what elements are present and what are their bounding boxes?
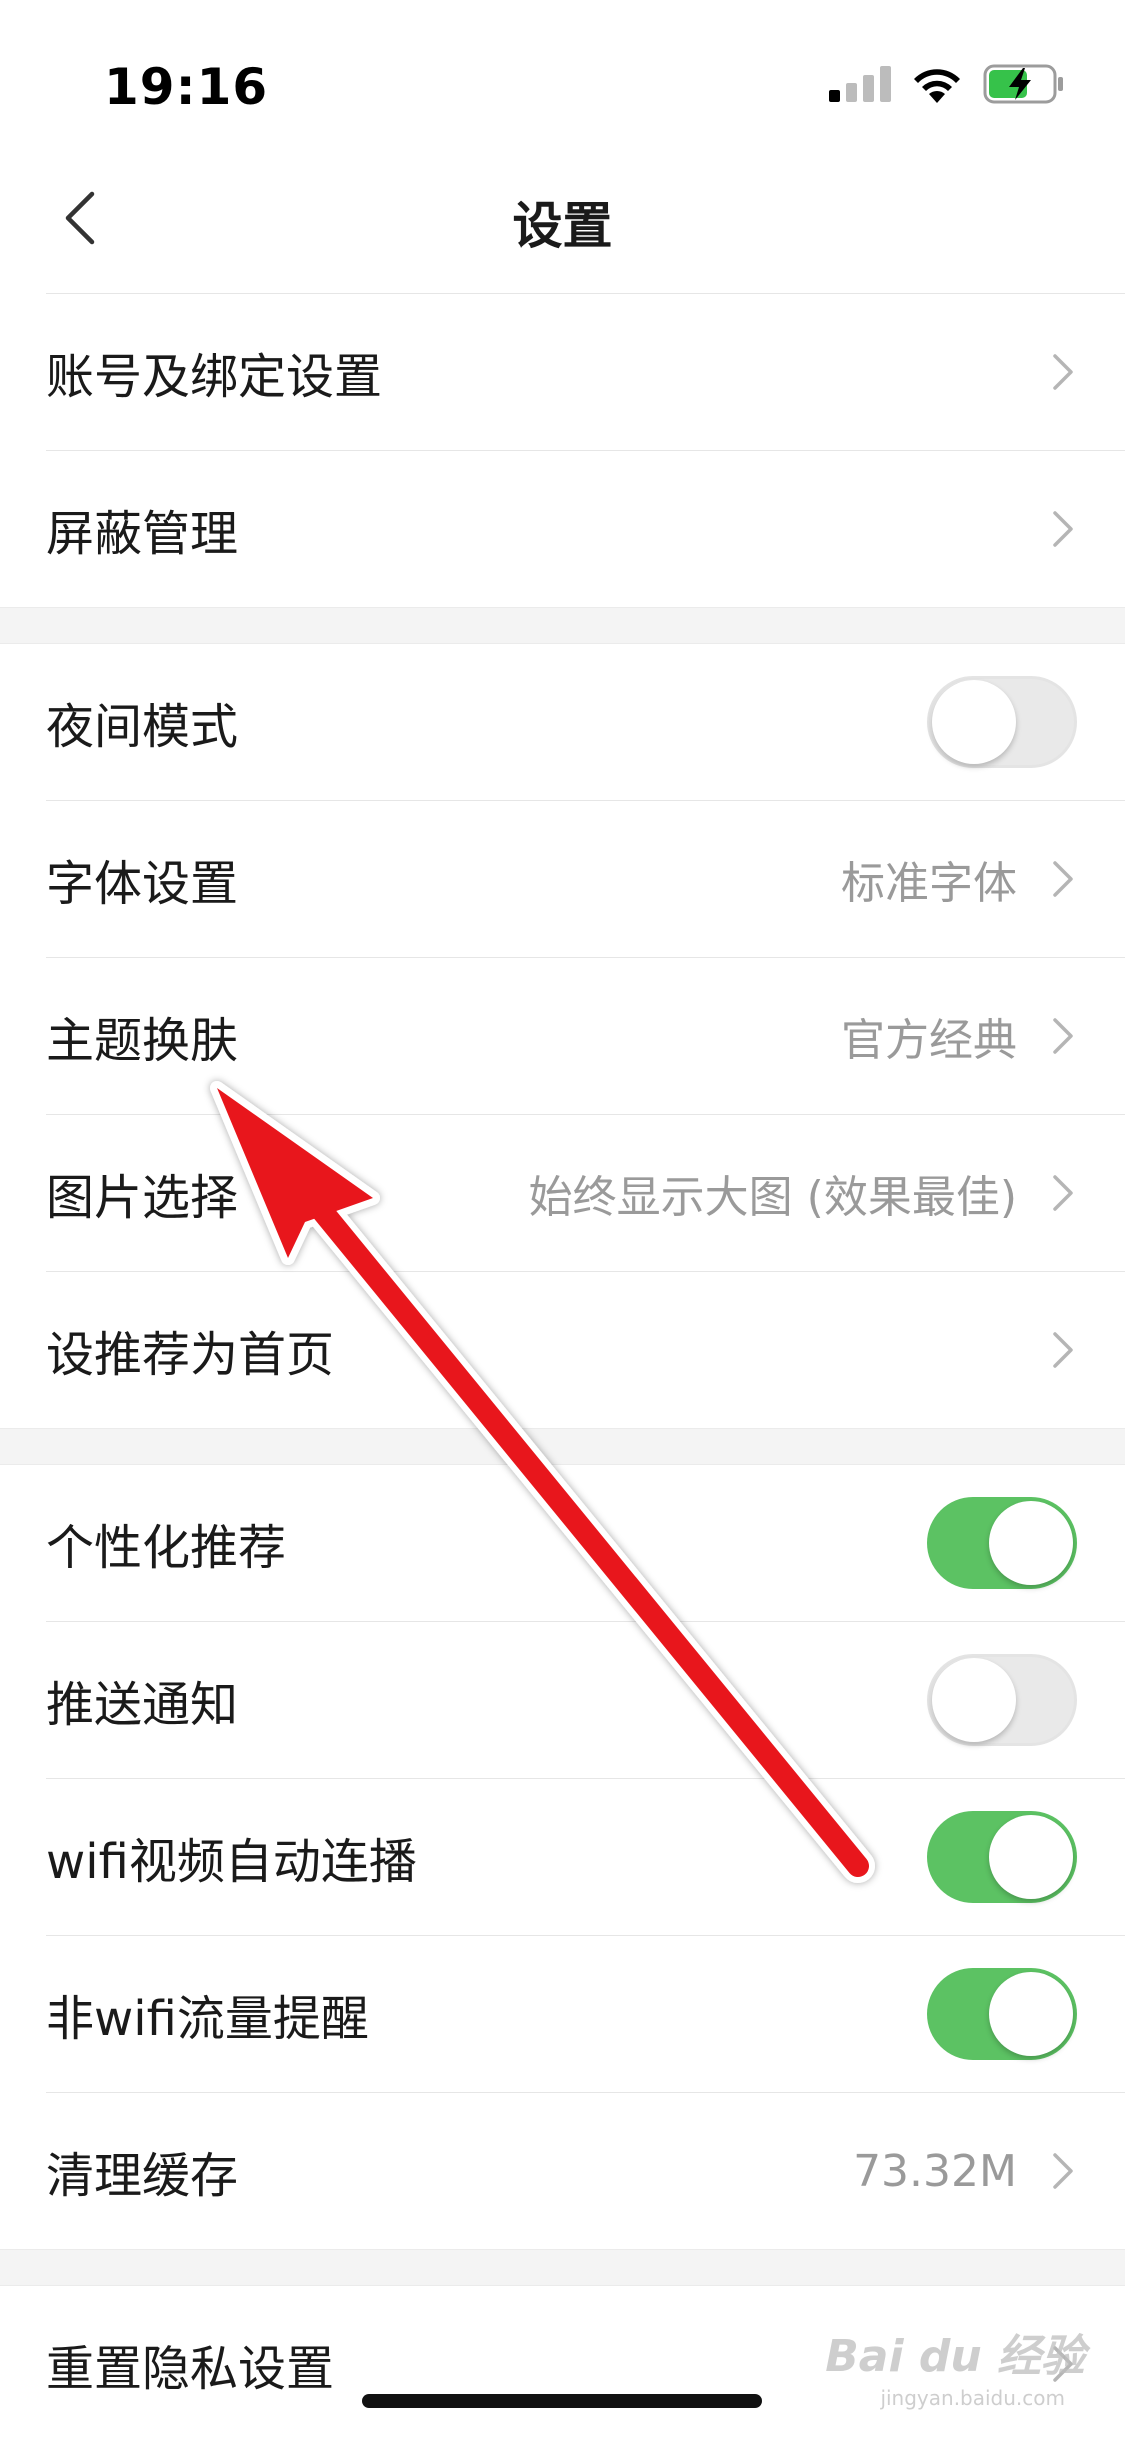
wifi-icon <box>911 65 963 107</box>
toggle-knob <box>989 1501 1073 1585</box>
push-toggle[interactable] <box>927 1654 1077 1746</box>
settings-row-clear-cache[interactable]: 清理缓存 73.32M <box>46 2092 1125 2249</box>
nav-bar: 设置 <box>0 150 1125 293</box>
settings-list: 账号及绑定设置 屏蔽管理 夜间模式 字体设置 标准字体 主题换肤 官方经典 图片… <box>0 293 1125 2442</box>
settings-row-account-binding[interactable]: 账号及绑定设置 <box>46 293 1125 450</box>
page-title: 设置 <box>512 197 613 255</box>
settings-group-display: 夜间模式 字体设置 标准字体 主题换肤 官方经典 图片选择 始终显示大图 (效果… <box>0 644 1125 1428</box>
row-label: 字体设置 <box>46 856 239 912</box>
row-label: 非wifi流量提醒 <box>46 1991 369 2047</box>
status-time: 19:16 <box>104 58 269 116</box>
chevron-right-icon <box>1043 1006 1083 1066</box>
wifi-autoplay-toggle[interactable] <box>927 1811 1077 1903</box>
row-label: wifi视频自动连播 <box>46 1834 417 1890</box>
row-label: 个性化推荐 <box>46 1520 287 1576</box>
row-label: 清理缓存 <box>46 2148 239 2204</box>
row-label: 屏蔽管理 <box>46 506 239 562</box>
row-label: 图片选择 <box>46 1170 239 1226</box>
toggle-knob <box>932 680 1016 764</box>
row-label: 推送通知 <box>46 1677 239 1733</box>
chevron-right-icon <box>1043 499 1083 559</box>
settings-row-wifi-autoplay: wifi视频自动连播 <box>46 1778 1125 1935</box>
settings-row-data-reminder: 非wifi流量提醒 <box>46 1935 1125 2092</box>
toggle-knob <box>932 1658 1016 1742</box>
section-divider <box>0 607 1125 644</box>
settings-row-image-selection[interactable]: 图片选择 始终显示大图 (效果最佳) <box>46 1114 1125 1271</box>
settings-row-personalized: 个性化推荐 <box>46 1465 1125 1621</box>
night-mode-toggle[interactable] <box>927 676 1077 768</box>
personalized-toggle[interactable] <box>927 1497 1077 1589</box>
chevron-right-icon <box>1043 849 1083 909</box>
row-label: 主题换肤 <box>46 1013 239 1069</box>
row-value: 始终显示大图 (效果最佳) <box>528 1172 1017 1223</box>
row-label: 账号及绑定设置 <box>46 349 383 405</box>
settings-row-push: 推送通知 <box>46 1621 1125 1778</box>
chevron-right-icon <box>1043 342 1083 402</box>
toggle-knob <box>989 1815 1073 1899</box>
chevron-right-icon <box>1043 1320 1083 1380</box>
baidu-watermark: Bai du 经验 <box>825 2331 1085 2382</box>
row-value: 标准字体 <box>841 858 1017 909</box>
row-value: 官方经典 <box>841 1015 1017 1066</box>
settings-row-theme[interactable]: 主题换肤 官方经典 <box>46 957 1125 1114</box>
data-reminder-toggle[interactable] <box>927 1968 1077 2060</box>
status-bar: 19:16 <box>0 0 1125 150</box>
settings-row-night-mode: 夜间模式 <box>46 644 1125 800</box>
cache-size-value: 73.32M <box>853 2145 1017 2197</box>
cellular-signal-icon <box>829 66 891 106</box>
chevron-right-icon <box>1043 2141 1083 2201</box>
toggle-knob <box>989 1972 1073 2056</box>
home-indicator[interactable] <box>362 2394 762 2408</box>
settings-row-block-management[interactable]: 屏蔽管理 <box>46 450 1125 607</box>
baidu-watermark-url: jingyan.baidu.com <box>880 2386 1065 2410</box>
chevron-right-icon <box>1043 1163 1083 1223</box>
section-divider <box>0 1428 1125 1465</box>
settings-group-account: 账号及绑定设置 屏蔽管理 <box>0 293 1125 607</box>
section-divider <box>0 2249 1125 2286</box>
status-icons <box>829 64 1065 108</box>
battery-charging-icon <box>983 64 1065 108</box>
row-label: 设推荐为首页 <box>46 1327 335 1383</box>
row-label: 夜间模式 <box>46 699 239 755</box>
settings-group-content: 个性化推荐 推送通知 wifi视频自动连播 非wifi流量提醒 清理缓存 73.… <box>0 1465 1125 2249</box>
settings-row-set-home[interactable]: 设推荐为首页 <box>46 1271 1125 1428</box>
settings-row-font[interactable]: 字体设置 标准字体 <box>46 800 1125 957</box>
